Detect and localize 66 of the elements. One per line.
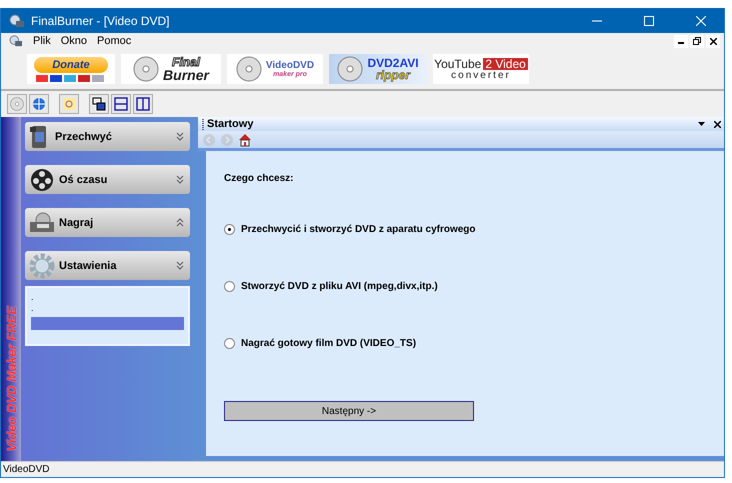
close-button[interactable] <box>706 34 720 48</box>
status-text: VideoDVD <box>3 464 50 475</box>
dvd-drive-icon <box>29 212 55 234</box>
app-icon <box>9 35 23 47</box>
payment-card-icon <box>36 74 48 82</box>
sidebar-group[interactable]: Nagraj <box>25 208 190 237</box>
maximize-icon <box>644 16 654 26</box>
sidebar-group[interactable]: Oś czasu <box>25 165 190 194</box>
expand-chevron-icon[interactable] <box>176 175 184 184</box>
preview-button[interactable] <box>59 94 79 114</box>
film-reel-icon <box>29 168 55 192</box>
list-item[interactable]: . <box>31 292 184 303</box>
sidebar-group[interactable]: Ustawienia <box>25 251 190 280</box>
disc-tool-button[interactable] <box>7 94 27 114</box>
close-button[interactable] <box>711 120 724 128</box>
disc-icon <box>10 97 24 111</box>
cascade-icon <box>92 97 106 111</box>
menu-item[interactable]: Plik <box>33 35 51 47</box>
donate-label: Donate <box>34 56 108 72</box>
radio-icon[interactable] <box>224 224 235 234</box>
sidebar-group[interactable]: Przechwyć <box>25 122 190 151</box>
tile-horizontal-icon <box>114 97 128 111</box>
window-title: FinalBurner - [Video DVD] <box>31 14 171 28</box>
gear-icon <box>29 252 55 278</box>
expand-chevron-icon[interactable] <box>176 261 184 270</box>
disc-icon <box>133 56 160 82</box>
payment-card-icon <box>92 74 104 82</box>
donate-banner[interactable]: Donate <box>27 54 115 84</box>
radio-option[interactable]: Stworzyć DVD z pliku AVI (mpeg,divx,itp.) <box>224 274 724 298</box>
web-button[interactable] <box>29 94 49 114</box>
radio-icon[interactable] <box>224 280 235 292</box>
tile-horizontal-button[interactable] <box>111 94 131 114</box>
payment-card-icon <box>78 74 90 82</box>
globe-icon <box>32 97 46 111</box>
youtube-banner[interactable]: YouTube 2 Video converter <box>433 54 529 84</box>
question-label: Czego chcesz: <box>224 173 294 184</box>
app-icon <box>9 14 25 28</box>
restore-icon <box>693 37 701 45</box>
restore-button[interactable] <box>690 34 704 48</box>
tile-vertical-icon <box>136 97 150 111</box>
list-item[interactable]: . <box>31 303 184 314</box>
product-caption: Video DVD Maker FREE <box>4 306 18 451</box>
option-label: Stworzyć DVD z pliku AVI (mpeg,divx,itp.) <box>241 280 438 292</box>
close-icon <box>696 16 706 26</box>
cascade-button[interactable] <box>89 94 109 114</box>
radio-option[interactable]: Nagrać gotowy film DVD (VIDEO_TS) <box>224 331 724 355</box>
collapse-chevron-icon[interactable] <box>176 218 184 227</box>
dvd2avi-banner[interactable]: DVD2AVI ripper <box>329 54 427 84</box>
radio-option[interactable]: Przechwycić i stworzyć DVD z aparatu cyfrowego <box>224 217 724 241</box>
disc-icon <box>337 56 364 82</box>
disc-icon <box>236 56 262 82</box>
dropdown-button[interactable] <box>695 122 708 126</box>
tile-vertical-button[interactable] <box>133 94 153 114</box>
menu-item[interactable]: Okno <box>60 35 88 47</box>
option-label: Nagrać gotowy film DVD (VIDEO_TS) <box>241 338 416 348</box>
expand-chevron-icon[interactable] <box>176 132 184 141</box>
minimize-button[interactable] <box>674 34 688 48</box>
payment-card-icon <box>50 74 62 82</box>
payment-card-icon <box>64 74 76 82</box>
close-icon <box>710 38 716 44</box>
panel-title: Startowy <box>207 118 254 130</box>
home-button[interactable] <box>238 132 252 146</box>
next-button[interactable]: Następny -> <box>224 401 474 421</box>
radio-icon[interactable] <box>224 338 235 348</box>
option-label: Przechwycić i stworzyć DVD z aparatu cyfrowego <box>241 224 476 234</box>
menu-item[interactable]: Pomoc <box>97 35 132 47</box>
